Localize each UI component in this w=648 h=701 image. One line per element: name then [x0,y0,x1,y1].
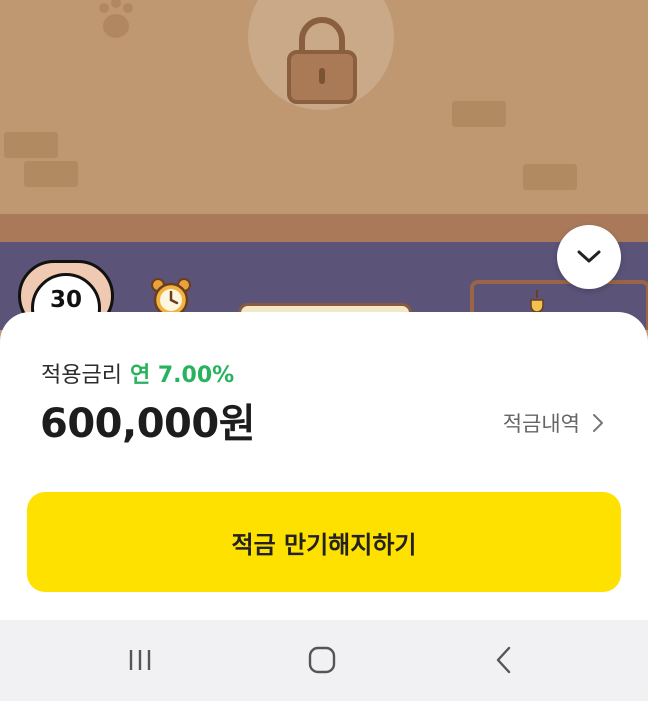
savings-amount: 600,000원 [40,401,256,447]
wall-brick [523,164,577,190]
system-navigation-bar [0,620,648,701]
savings-history-link[interactable]: 적금내역 [503,408,604,438]
interest-rate-row: 적용금리 연 7.00% [41,362,234,390]
back-button[interactable] [484,642,524,678]
wall-brick [24,161,78,187]
back-icon [496,646,511,674]
wall-brick [4,132,58,158]
interest-rate-value: 연 7.00% [129,363,235,388]
chevron-right-icon [593,414,603,432]
chevron-down-icon [577,250,601,263]
savings-bottom-sheet: 적용금리 연 7.00% 600,000원 적금내역 적금 만기해지하기 [0,312,648,620]
wall-trim [0,214,648,242]
savings-history-label: 적금내역 [502,412,580,436]
recent-apps-icon [129,650,151,670]
paw-print-icon [99,0,133,38]
terminate-savings-button[interactable]: 적금 만기해지하기 [27,492,621,592]
wall-brick [452,101,506,127]
interest-rate-label: 적용금리 [41,363,122,388]
collapse-button[interactable] [557,225,621,289]
home-button[interactable] [302,642,342,678]
recent-apps-button[interactable] [120,642,160,678]
home-icon [308,646,336,674]
lock-icon [287,17,357,104]
illustration-scene: 30 [0,0,648,330]
